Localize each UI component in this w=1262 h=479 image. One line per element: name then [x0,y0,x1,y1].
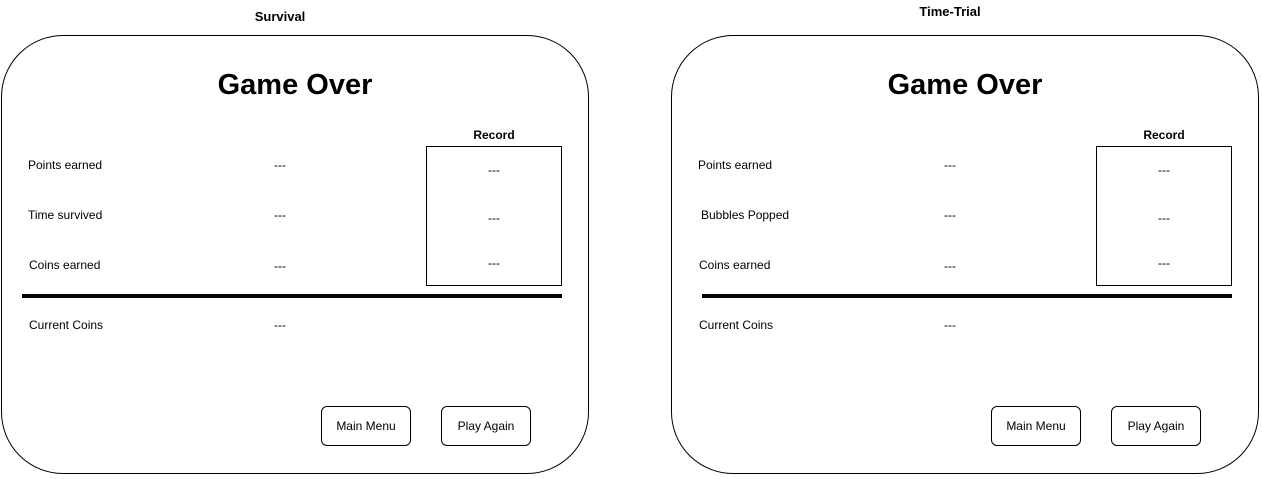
coins-earned-value: --- [274,259,286,273]
coins-earned-label: Coins earned [699,258,771,272]
bubbles-popped-label: Bubbles Popped [701,208,790,222]
survival-game-over-screen: Game Over Record --- --- --- Points earn… [1,35,589,474]
record-title: Record [473,128,515,142]
divider-line [702,294,1232,298]
points-earned-value: --- [944,158,956,172]
survival-mode-label: Survival [254,9,306,24]
game-over-title: Game Over [217,69,373,101]
divider-line [22,294,562,298]
record-time-value: --- [488,211,500,225]
record-coins-value: --- [1158,256,1170,270]
time-trial-game-over-screen: Game Over Record --- --- --- Points earn… [671,35,1259,474]
points-earned-label: Points earned [28,158,103,172]
current-coins-label: Current Coins [29,318,104,332]
points-earned-value: --- [274,158,286,172]
play-again-button[interactable]: Play Again [441,406,531,446]
game-over-title: Game Over [887,69,1043,101]
current-coins-value: --- [274,318,286,332]
bubbles-popped-value: --- [944,208,956,222]
time-trial-mode-label: Time-Trial [919,4,981,19]
current-coins-label: Current Coins [699,318,774,332]
record-title: Record [1143,128,1185,142]
record-coins-value: --- [488,256,500,270]
record-box: --- --- --- [426,146,562,286]
coins-earned-label: Coins earned [29,258,101,272]
record-bubbles-value: --- [1158,211,1170,225]
record-points-value: --- [1158,163,1170,177]
current-coins-value: --- [944,318,956,332]
coins-earned-value: --- [944,259,956,273]
points-earned-label: Points earned [698,158,773,172]
play-again-button[interactable]: Play Again [1111,406,1201,446]
time-survived-value: --- [274,208,286,222]
record-points-value: --- [488,163,500,177]
record-box: --- --- --- [1096,146,1232,286]
time-survived-label: Time survived [28,208,103,222]
main-menu-button[interactable]: Main Menu [991,406,1081,446]
main-menu-button[interactable]: Main Menu [321,406,411,446]
